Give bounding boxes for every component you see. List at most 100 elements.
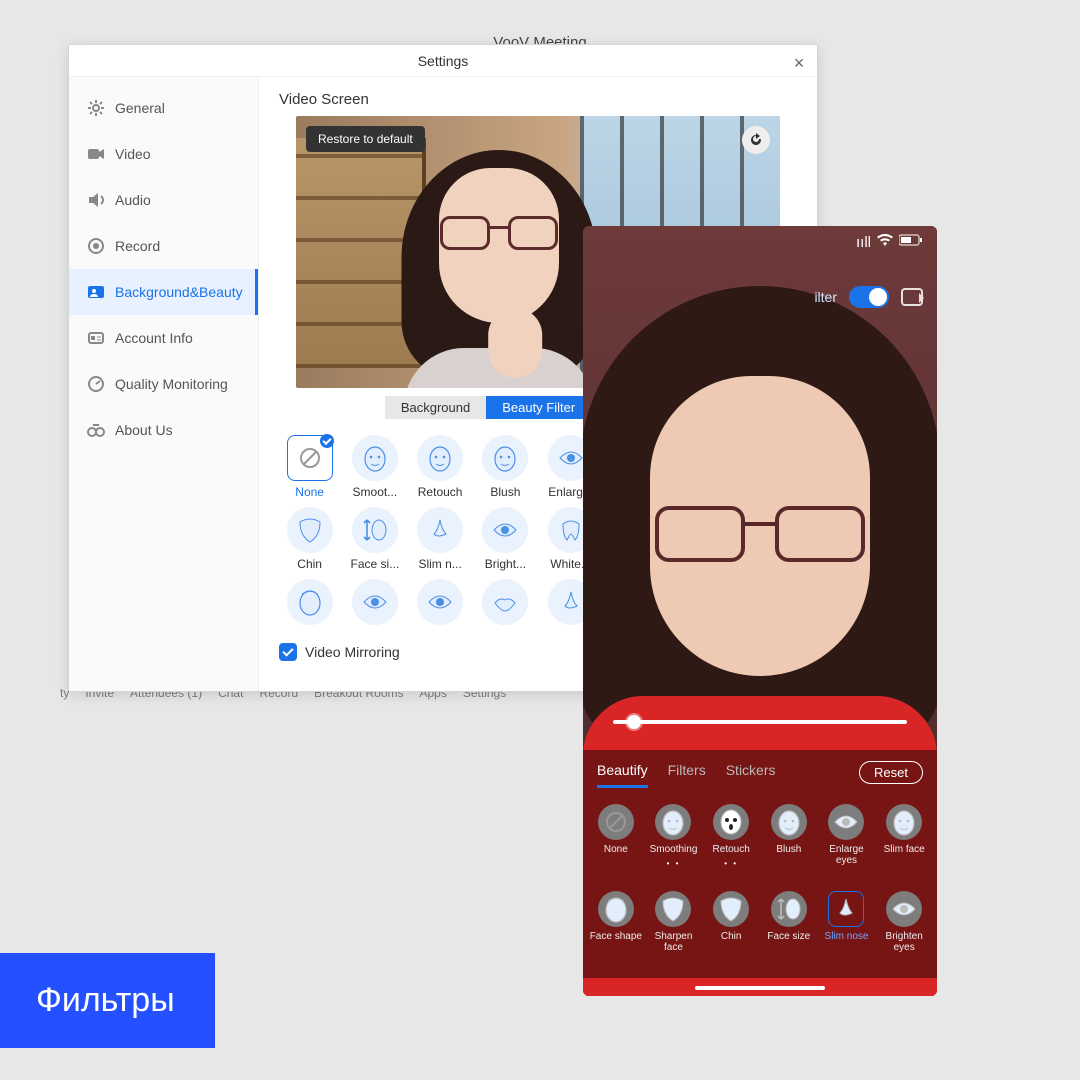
- sidebar-item-account-info[interactable]: Account Info: [69, 315, 258, 361]
- face-icon: [417, 435, 463, 481]
- phone-tabs: Beautify Filters Stickers Reset: [583, 750, 937, 794]
- home-indicator[interactable]: [695, 986, 825, 990]
- phone-filter-sharpen-face[interactable]: Sharpen face: [645, 887, 703, 972]
- beauty-filter-face-dot-icon[interactable]: [279, 579, 340, 629]
- sidebar-item-general[interactable]: General: [69, 85, 258, 131]
- beauty-filter-lips-icon[interactable]: [475, 579, 536, 629]
- beauty-filter-label: None: [295, 485, 324, 499]
- filter-toggle[interactable]: [849, 286, 889, 308]
- eye-icon: [828, 804, 864, 840]
- beauty-intensity-slider[interactable]: [613, 720, 907, 724]
- phone-filter-label: Face shape: [590, 931, 642, 942]
- segment-background[interactable]: Background: [385, 396, 486, 419]
- phone-filter-label: Sharpen face: [645, 931, 703, 953]
- face-dot-icon: [598, 891, 634, 927]
- close-icon[interactable]: ×: [787, 47, 811, 71]
- beauty-filter-eye-icon[interactable]: [344, 579, 405, 629]
- phone-filter-label: Slim face: [884, 844, 925, 855]
- beauty-filter-label: Chin: [297, 557, 322, 571]
- phone-filter-label: Blush: [776, 844, 801, 855]
- sidebar-item-video[interactable]: Video: [69, 131, 258, 177]
- reset-button[interactable]: Reset: [859, 761, 923, 784]
- phone-filter-smoothing[interactable]: Smoothing• •: [645, 800, 703, 887]
- sidebar-item-label: Video: [115, 146, 151, 162]
- beauty-filter-Retouch[interactable]: Retouch: [410, 435, 471, 499]
- beauty-filter-label: Blush: [490, 485, 520, 499]
- section-heading: Video Screen: [279, 91, 797, 108]
- beauty-filter-Face si...[interactable]: Face si...: [344, 507, 405, 571]
- rotate-camera-icon[interactable]: [742, 126, 770, 154]
- beauty-filter-None[interactable]: None: [279, 435, 340, 499]
- sidebar-item-audio[interactable]: Audio: [69, 177, 258, 223]
- sidebar-item-about-us[interactable]: About Us: [69, 407, 258, 453]
- slide-caption: Фильтры: [0, 953, 215, 1048]
- phone-tab-beautify[interactable]: Beautify: [597, 762, 648, 782]
- badge-icon: [87, 329, 105, 347]
- phone-tab-stickers[interactable]: Stickers: [726, 762, 776, 782]
- size-icon: [771, 891, 807, 927]
- none-icon: [598, 804, 634, 840]
- phone-beauty-grid: NoneSmoothing• •Retouch• • Blush Enlarge e…: [583, 794, 937, 978]
- face-icon: [771, 804, 807, 840]
- phone-filter-face-size[interactable]: Face size: [760, 887, 818, 972]
- phone-filter-label: Chin: [721, 931, 742, 942]
- face-v-icon: [655, 891, 691, 927]
- sidebar-item-label: Account Info: [115, 330, 193, 346]
- sidebar-item-label: Audio: [115, 192, 151, 208]
- sidebar-item-record[interactable]: Record: [69, 223, 258, 269]
- settings-sidebar: General Video Audio Record Background&Beauty…: [69, 77, 259, 691]
- face-icon: [352, 435, 398, 481]
- binoc-icon: [87, 421, 105, 439]
- beauty-filter-Blush[interactable]: Blush: [475, 435, 536, 499]
- beauty-filter-Slim n...[interactable]: Slim n...: [410, 507, 471, 571]
- face-v-icon: [713, 891, 749, 927]
- battery-icon: [899, 234, 923, 251]
- segment-beauty-filter[interactable]: Beauty Filter: [486, 396, 591, 419]
- sidebar-item-label: Quality Monitoring: [115, 376, 228, 392]
- phone-filter-face-shape[interactable]: Face shape: [587, 887, 645, 972]
- phone-tab-filters[interactable]: Filters: [668, 762, 706, 782]
- face-icon: [482, 435, 528, 481]
- record-icon: [87, 237, 105, 255]
- phone-filter-label: Retouch: [713, 844, 750, 855]
- lips-icon: [482, 579, 528, 625]
- phone-status-bar: ııll: [856, 234, 923, 251]
- person-card-icon: [87, 283, 105, 301]
- settings-title: Settings ×: [69, 45, 817, 77]
- phone-filter-label: Slim nose: [825, 931, 869, 942]
- phone-filter-blush[interactable]: Blush: [760, 800, 818, 887]
- nose-icon: [828, 891, 864, 927]
- sidebar-item-quality-monitoring[interactable]: Quality Monitoring: [69, 361, 258, 407]
- beauty-filter-label: Retouch: [418, 485, 463, 499]
- beauty-filter-label: Smoot...: [353, 485, 398, 499]
- size-icon: [352, 507, 398, 553]
- sidebar-item-background-beauty[interactable]: Background&Beauty: [69, 269, 258, 315]
- sidebar-item-label: Background&Beauty: [115, 284, 243, 300]
- phone-filter-enlarge-eyes[interactable]: Enlarge eyes: [818, 800, 876, 887]
- camera-switch-icon[interactable]: [901, 288, 923, 306]
- phone-filter-retouch[interactable]: Retouch• •: [702, 800, 760, 887]
- face-dot-icon: [287, 579, 333, 625]
- beauty-filter-eye-icon[interactable]: [410, 579, 471, 629]
- eye-icon: [886, 891, 922, 927]
- phone-filter-label: Face size: [767, 931, 810, 942]
- restore-default-button[interactable]: Restore to default: [306, 126, 425, 152]
- beauty-filter-Bright...[interactable]: Bright...: [475, 507, 536, 571]
- beauty-filter-Chin[interactable]: Chin: [279, 507, 340, 571]
- settings-title-text: Settings: [418, 53, 469, 69]
- none-icon: [287, 435, 333, 481]
- phone-filter-none[interactable]: None: [587, 800, 645, 887]
- signal-icon: ııll: [856, 234, 871, 251]
- phone-filter-chin[interactable]: Chin: [702, 887, 760, 972]
- gear-icon: [87, 99, 105, 117]
- beauty-filter-label: Slim n...: [418, 557, 461, 571]
- phone-filter-slim-nose[interactable]: Slim nose: [818, 887, 876, 972]
- phone-filter-brighten-eyes[interactable]: Brighten eyes: [875, 887, 933, 972]
- video-mirroring-label: Video Mirroring: [305, 644, 400, 660]
- wifi-icon: [877, 234, 893, 251]
- beauty-filter-Smoot...[interactable]: Smoot...: [344, 435, 405, 499]
- phone-filter-slim-face[interactable]: Slim face: [875, 800, 933, 887]
- phone-screenshot: ııll ilter BeautifyFiltersStickersReset …: [583, 226, 937, 996]
- checkbox-checked-icon[interactable]: [279, 643, 297, 661]
- phone-filter-label: Enlarge eyes: [818, 844, 876, 866]
